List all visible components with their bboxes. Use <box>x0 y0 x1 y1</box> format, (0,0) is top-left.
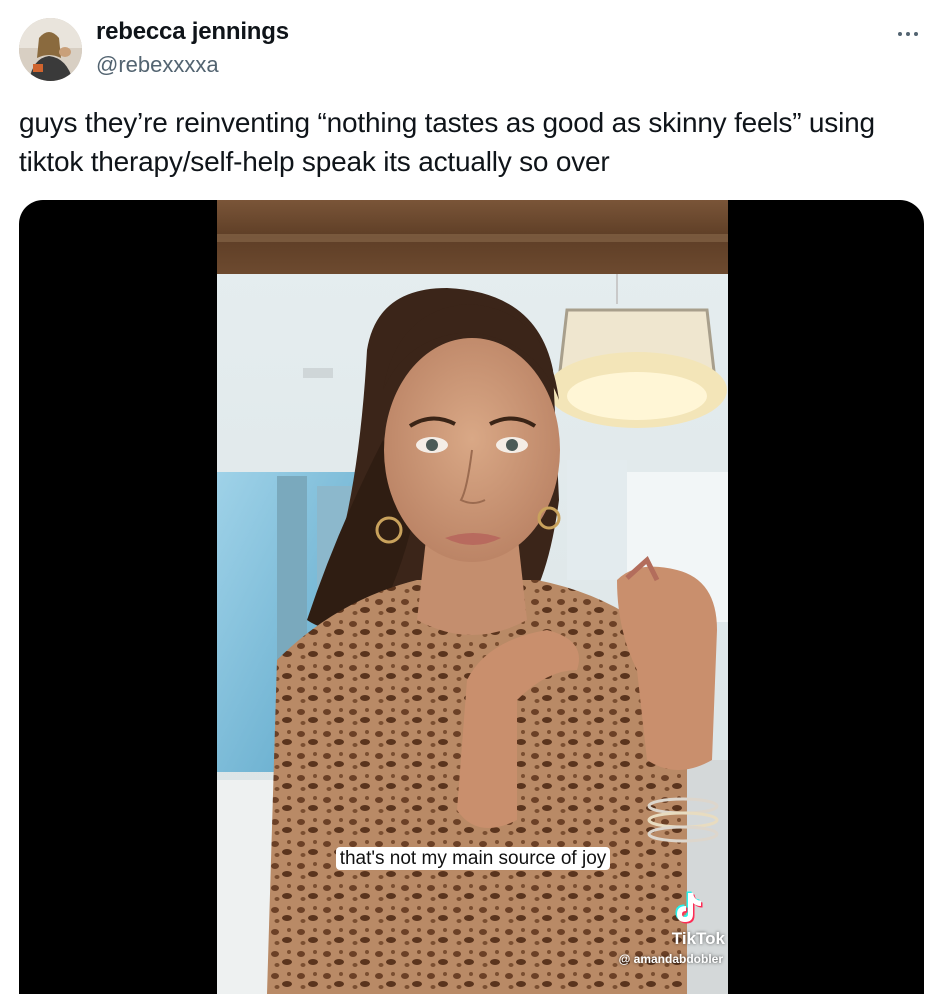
video-player[interactable]: that's not my main source of joy TikTok … <box>19 200 924 994</box>
more-dot <box>914 32 918 36</box>
tweet: rebecca jennings @rebexxxxa guys they’re… <box>0 0 946 994</box>
tiktok-logo-icon <box>675 891 703 924</box>
tiktok-username: @ amandabdobler <box>618 952 723 966</box>
video-frame: that's not my main source of joy TikTok … <box>217 200 728 994</box>
more-horizontal-icon <box>898 32 902 36</box>
more-dot <box>906 32 910 36</box>
avatar[interactable] <box>19 18 82 81</box>
user-handle[interactable]: @rebexxxxa <box>96 52 219 78</box>
video-caption: that's not my main source of joy <box>332 846 614 872</box>
tweet-text: guys they’re reinventing “nothing tastes… <box>19 107 875 177</box>
video-still <box>217 200 728 994</box>
display-name[interactable]: rebecca jennings <box>96 18 289 46</box>
more-options-button[interactable] <box>892 22 924 46</box>
video-caption-text: that's not my main source of joy <box>335 847 611 870</box>
tiktok-wordmark: TikTok <box>671 929 725 948</box>
